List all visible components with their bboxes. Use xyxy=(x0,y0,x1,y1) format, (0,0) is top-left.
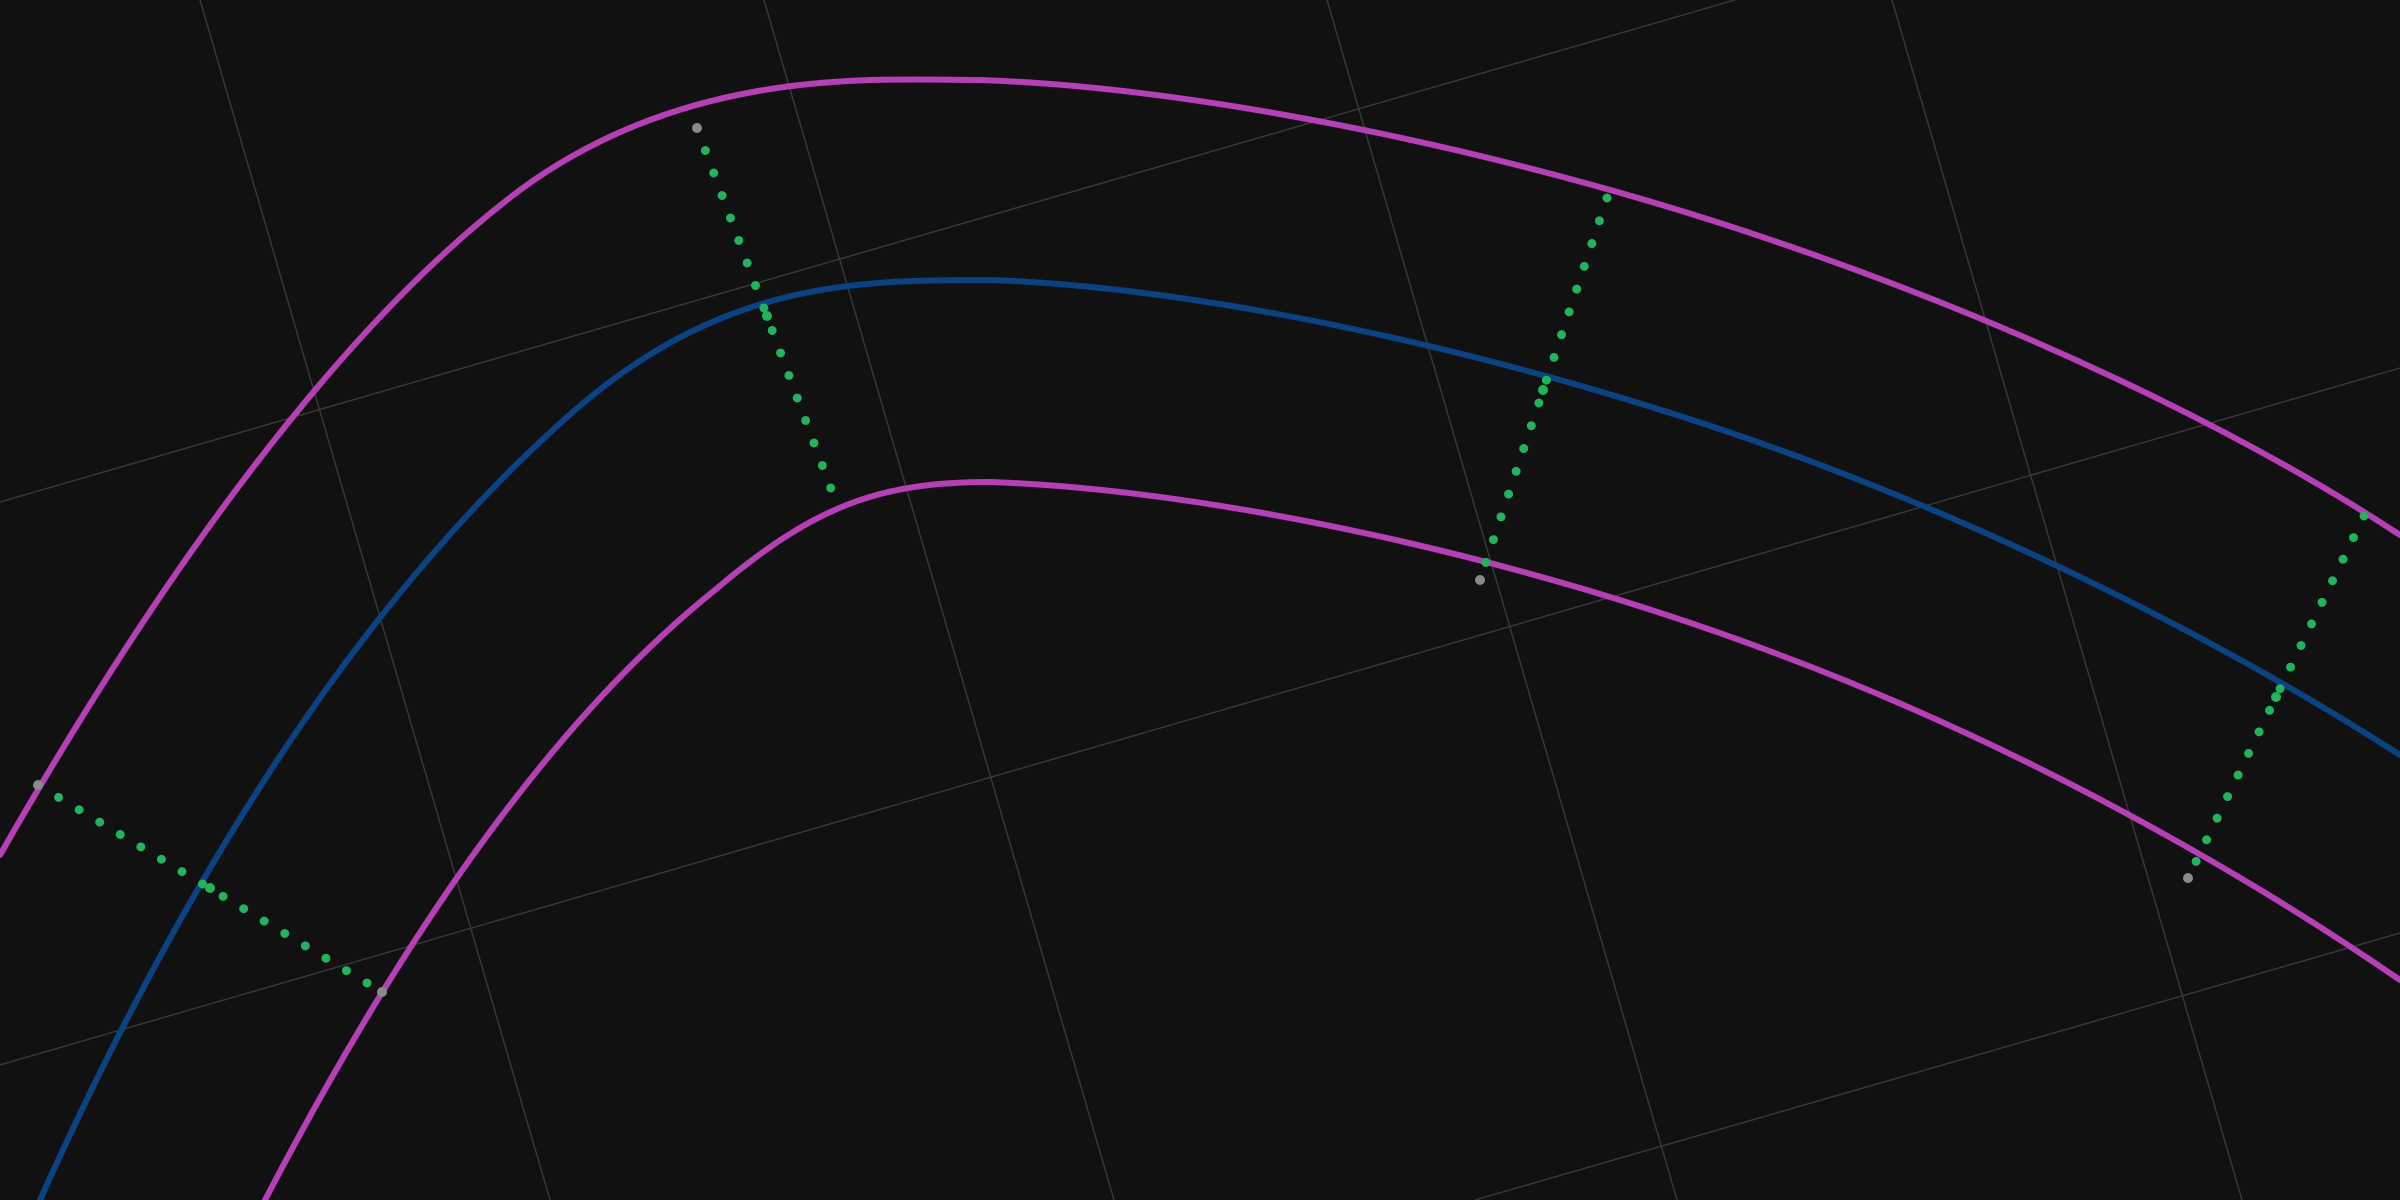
background-panel xyxy=(0,0,2400,1200)
endpoint-gray xyxy=(1475,575,1485,585)
diagram-canvas xyxy=(0,0,2400,1200)
endpoint-gray xyxy=(33,780,43,790)
centerline-crossing-point xyxy=(205,883,215,893)
endpoint-gray xyxy=(377,987,387,997)
endpoint-gray xyxy=(692,123,702,133)
endpoint-gray xyxy=(2183,873,2193,883)
centerline-crossing-point xyxy=(762,311,772,321)
centerline-crossing-point xyxy=(1538,385,1548,395)
track-diagram xyxy=(0,0,2400,1200)
centerline-crossing-point xyxy=(2271,692,2281,702)
